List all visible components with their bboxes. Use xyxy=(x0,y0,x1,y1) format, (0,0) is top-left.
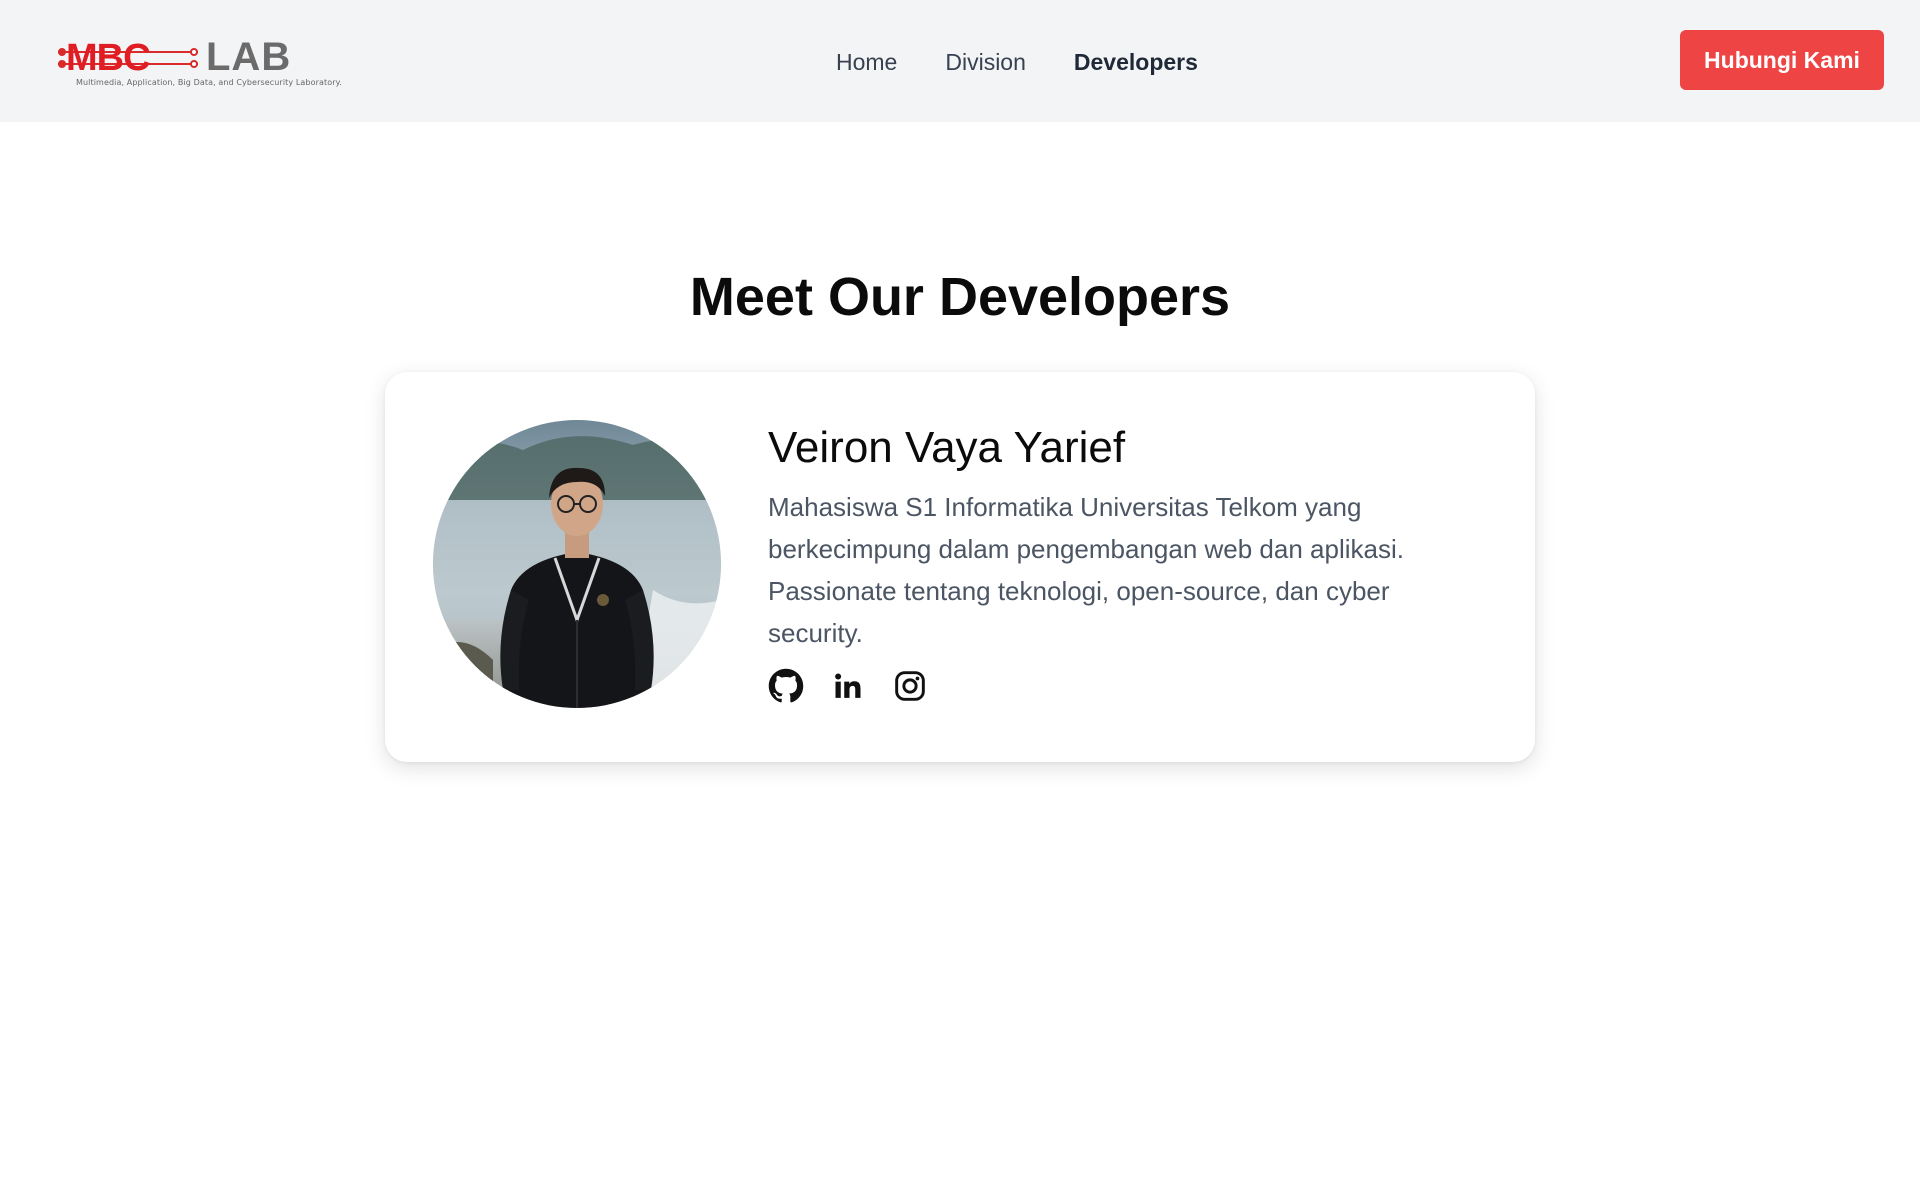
main-nav: Home Division Developers xyxy=(836,44,1198,80)
page-title: Meet Our Developers xyxy=(689,267,1231,327)
logo-tagline: Multimedia, Application, Big Data, and C… xyxy=(76,78,342,87)
developer-name: Veiron Vaya Yarief xyxy=(768,423,1126,472)
instagram-icon xyxy=(895,671,925,701)
instagram-link[interactable] xyxy=(892,668,928,704)
mbc-lab-logo[interactable]: MBC LAB Multimedia, Application, Big Dat… xyxy=(58,34,342,90)
developer-info: Veiron Vaya Yarief Mahasiswa S1 Informat… xyxy=(768,420,1468,704)
linkedin-icon xyxy=(835,673,861,698)
github-link[interactable] xyxy=(768,668,804,704)
contact-us-button[interactable]: Hubungi Kami xyxy=(1680,30,1884,90)
svg-text:LAB: LAB xyxy=(206,35,291,79)
social-links xyxy=(768,668,1468,704)
linkedin-link[interactable] xyxy=(830,668,866,704)
svg-text:MBC: MBC xyxy=(66,37,150,79)
developer-avatar xyxy=(433,420,721,708)
developer-card: Veiron Vaya Yarief Mahasiswa S1 Informat… xyxy=(385,372,1535,762)
github-icon xyxy=(768,668,804,703)
developer-bio: Mahasiswa S1 Informatika Universitas Tel… xyxy=(768,492,1404,648)
navbar: MBC LAB Multimedia, Application, Big Dat… xyxy=(0,0,1920,122)
nav-division[interactable]: Division xyxy=(945,44,1026,80)
nav-developers[interactable]: Developers xyxy=(1074,44,1198,80)
nav-home[interactable]: Home xyxy=(836,44,897,80)
